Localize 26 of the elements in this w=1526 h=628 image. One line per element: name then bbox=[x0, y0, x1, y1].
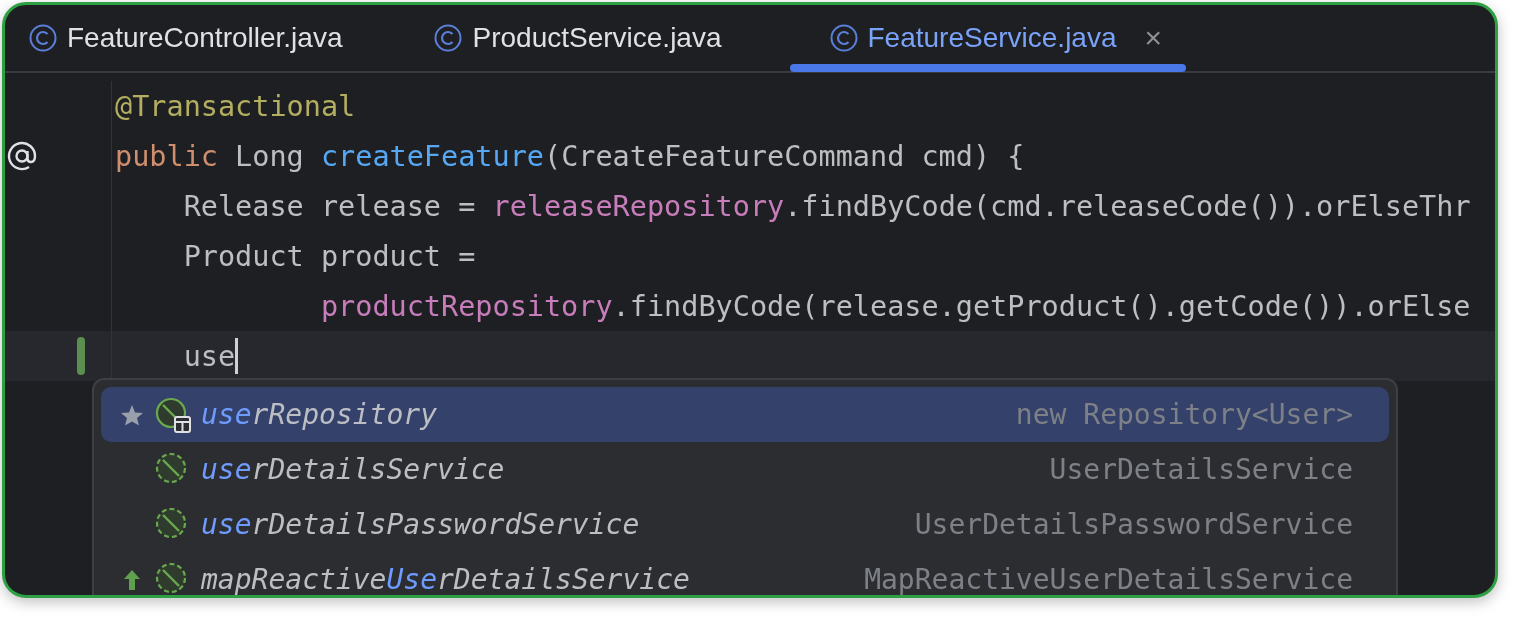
code-line: public Long createFeature(CreateFeatureCommand cmd) { bbox=[114, 139, 1025, 173]
completion-type: MapReactiveUserDetailsService bbox=[864, 563, 1353, 595]
completion-type: new Repository<User> bbox=[1015, 398, 1353, 431]
class-icon bbox=[829, 24, 858, 52]
completion-name: userDetailsService bbox=[201, 453, 505, 486]
code-line: Product product = bbox=[182, 239, 476, 273]
close-button[interactable]: × bbox=[1144, 21, 1163, 55]
editor-tab[interactable]: ProductService.java bbox=[410, 5, 746, 71]
code-line: @Transactional bbox=[114, 89, 356, 123]
at-sign-icon[interactable] bbox=[5, 139, 39, 173]
completion-name: userDetailsPasswordService bbox=[201, 508, 640, 541]
code-line: Release release = releaseRepository.findByCode(cmd.releaseCode()).orElseThr bbox=[182, 189, 1471, 223]
completion-item[interactable]: userDetailsPasswordService UserDetailsPasswordService bbox=[101, 497, 1389, 552]
code-line: use bbox=[112, 338, 239, 374]
completion-name: mapReactiveUserDetailsService bbox=[201, 563, 690, 595]
completion-item[interactable]: mapReactiveUserDetailsService MapReactiveUserDetailsService bbox=[101, 552, 1389, 595]
completion-item[interactable]: userDetailsService UserDetailsService bbox=[101, 442, 1389, 497]
class-icon bbox=[434, 24, 463, 52]
completion-item[interactable]: userRepository new Repository<User> bbox=[101, 387, 1389, 442]
editor-tab[interactable]: FeatureService.java × bbox=[789, 5, 1187, 71]
completion-name: userRepository bbox=[201, 398, 437, 431]
editor-tab[interactable]: FeatureController.java bbox=[5, 5, 367, 71]
completion-type: UserDetailsPasswordService bbox=[914, 508, 1353, 541]
completion-type: UserDetailsService bbox=[1049, 453, 1353, 486]
class-icon bbox=[29, 24, 57, 52]
code-line: productRepository.findByCode(release.getProduct().getCode()).orElse bbox=[319, 289, 1471, 323]
